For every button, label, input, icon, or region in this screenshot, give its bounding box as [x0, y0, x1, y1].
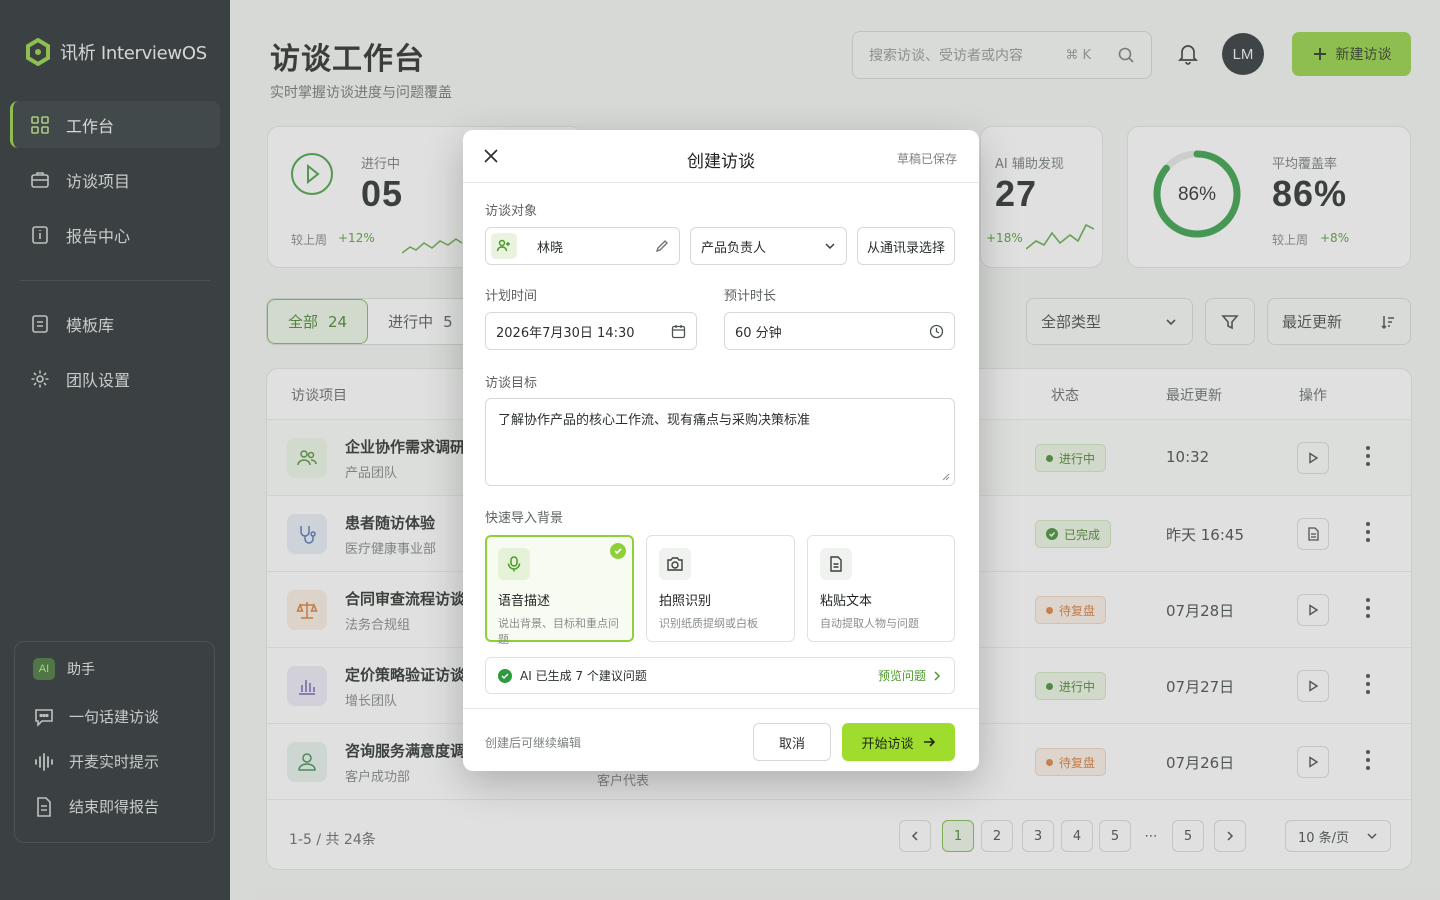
modal-header: 创建访谈 草稿已保存 — [463, 130, 979, 183]
preview-link-label: 预览问题 — [877, 669, 926, 683]
subject-name-value: 林晓 — [537, 240, 564, 256]
subject-name-field[interactable]: 林晓 — [485, 227, 680, 265]
import-label: 快速导入背景 — [485, 511, 564, 526]
option-title: 拍照识别 — [659, 594, 712, 609]
draft-status: 草稿已保存 — [896, 152, 957, 166]
option-title: 粘贴文本 — [820, 594, 873, 609]
option-desc: 自动提取人物与问题 — [820, 617, 919, 630]
option-desc: 识别纸质提纲或白板 — [659, 617, 758, 630]
duration-label: 预计时长 — [724, 289, 777, 304]
select-from-contacts-button[interactable]: 从通讯录选择 — [857, 227, 955, 265]
chevron-right-icon — [934, 670, 941, 681]
mic-icon — [498, 548, 530, 580]
option-title: 语音描述 — [498, 594, 551, 609]
chevron-down-icon — [825, 243, 835, 250]
time-value: 2026年7月30日 14:30 — [496, 325, 635, 341]
modal-footer: 创建后可继续编辑 取消 开始访谈 — [463, 708, 979, 771]
import-option-paste[interactable]: 粘贴文本 自动提取人物与问题 — [807, 535, 955, 642]
person-icon — [491, 233, 517, 259]
import-option-voice[interactable]: 语音描述 说出背景、目标和重点问题 — [485, 535, 634, 646]
subject-role-select[interactable]: 产品负责人 — [690, 227, 847, 265]
import-option-photo[interactable]: 拍照识别 识别纸质提纲或白板 — [646, 535, 795, 642]
time-label: 计划时间 — [485, 289, 538, 304]
arrow-right-icon — [923, 737, 935, 747]
footer-hint: 创建后可继续编辑 — [485, 736, 582, 750]
resize-handle-icon[interactable] — [940, 471, 950, 481]
create-interview-modal: 创建访谈 草稿已保存 访谈对象 林晓 产品负责人 从通讯录选择 计划时间 预计时… — [463, 130, 979, 771]
start-interview-button[interactable]: 开始访谈 — [842, 723, 955, 761]
calendar-icon — [671, 324, 686, 338]
goal-textarea[interactable]: 了解协作产品的核心工作流、现有痛点与采购决策标准 — [485, 398, 955, 486]
camera-icon — [659, 548, 691, 580]
edit-icon[interactable] — [655, 239, 669, 253]
subject-label: 访谈对象 — [485, 204, 538, 219]
duration-value: 60 分钟 — [735, 325, 782, 341]
ai-suggestion-bar: AI 已生成 7 个建议问题 预览问题 — [485, 657, 955, 694]
time-field[interactable]: 2026年7月30日 14:30 — [485, 312, 697, 350]
cancel-button[interactable]: 取消 — [753, 723, 831, 761]
ai-note: AI 已生成 7 个建议问题 — [520, 669, 647, 683]
start-button-label: 开始访谈 — [861, 736, 914, 752]
goal-label: 访谈目标 — [485, 376, 538, 391]
document-icon — [820, 548, 852, 580]
clock-icon — [929, 324, 944, 338]
subject-role-value: 产品负责人 — [701, 240, 767, 256]
check-icon — [610, 543, 626, 559]
check-circle-icon — [498, 668, 512, 683]
preview-questions-link[interactable]: 预览问题 — [878, 667, 942, 684]
duration-field[interactable]: 60 分钟 — [724, 312, 955, 350]
goal-value: 了解协作产品的核心工作流、现有痛点与采购决策标准 — [498, 413, 811, 428]
option-desc: 说出背景、目标和重点问题 — [498, 617, 619, 646]
